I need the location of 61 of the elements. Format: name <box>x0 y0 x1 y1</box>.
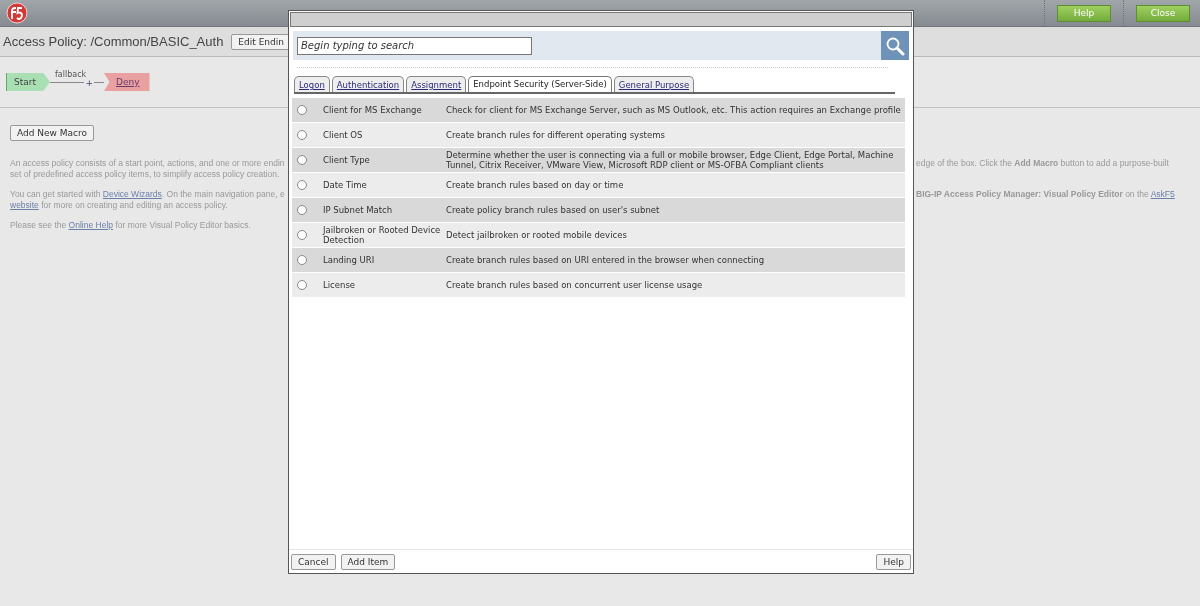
branch-label: fallback <box>54 69 88 79</box>
radio-button[interactable] <box>297 254 307 265</box>
item-name: Landing URI <box>323 254 376 265</box>
body-text: edge of the box. Click the Add Macro button to add a purpose-built <box>916 158 1170 169</box>
edit-endings-button[interactable]: Edit Endin <box>231 33 291 50</box>
item-row[interactable]: Landing URI Create branch rules based on URI entered in the browser when connecting <box>292 248 905 273</box>
text-link[interactable]: Online Help <box>68 220 114 230</box>
text-link[interactable]: AskF5 <box>1150 189 1175 199</box>
add-new-macro-button[interactable]: Add New Macro <box>10 125 94 141</box>
item-row[interactable]: Jailbroken or Rooted Device Detection Detect jailbroken or rooted mobile devices <box>292 223 905 248</box>
category-tab[interactable]: Assignment <box>406 76 467 92</box>
category-tab[interactable]: General Purpose <box>613 76 695 92</box>
search-button[interactable] <box>881 31 909 60</box>
item-description: Create branch rules based on URI entered in the browser when connecting <box>446 254 766 265</box>
add-item-link[interactable]: + <box>84 78 94 87</box>
body-text: BIG-IP Access Policy Manager: Visual Policy Editor on the AskF5 <box>916 189 1176 200</box>
category-tab[interactable]: Endpoint Security (Server-Side) <box>468 76 612 92</box>
search-icon <box>885 35 905 56</box>
radio-button[interactable] <box>297 204 307 215</box>
logo-icon <box>6 2 28 24</box>
item-description: Create branch rules for different operating systems <box>446 129 666 140</box>
item-description: Determine whether the user is connecting via a full or mobile browser, Edge Client, Edge Portal, Machine Tunnel, Citrix Receiver, VMware View, Microsoft RDP client or MS-OFBA Compliant clients <box>446 149 895 170</box>
item-description: Create branch rules based on day or time <box>446 179 625 190</box>
item-row[interactable]: License Create branch rules based on concurrent user license usage <box>292 273 905 298</box>
item-row[interactable] <box>292 148 905 173</box>
item-row[interactable]: Client for MS Exchange Check for client for MS Exchange Server, such as MS Outlook, etc. This action requires an Exchange profile <box>292 98 905 123</box>
radio-button[interactable] <box>297 129 307 140</box>
item-name: Client Type <box>323 154 371 165</box>
body-text: An access policy consists of a start point, actions, and one or more endin <box>10 158 286 169</box>
item-description: Detect jailbroken or rooted mobile devices <box>446 229 628 240</box>
radio-button[interactable] <box>297 179 307 190</box>
item-name: License <box>323 279 357 290</box>
item-name: IP Subnet Match <box>323 204 394 215</box>
item-row[interactable]: Client OS Create branch rules for different operating systems <box>292 123 905 148</box>
item-description: Create branch rules based on concurrent user license usage <box>446 279 704 290</box>
item-row[interactable]: IP Subnet Match Create policy branch rules based on user's subnet <box>292 198 905 223</box>
category-tab[interactable]: Authentication <box>331 76 405 92</box>
item-row[interactable]: Date Time Create branch rules based on day or time <box>292 173 905 198</box>
item-name: Client for MS Exchange <box>323 104 423 115</box>
item-name: Jailbroken or Rooted Device Detection <box>323 224 442 245</box>
dialog-button[interactable]: Cancel <box>291 554 336 570</box>
item-description: Check for client for MS Exchange Server, such as MS Outlook, etc. This action requires an Exchange profile <box>446 104 902 115</box>
text-link[interactable]: Device Wizards <box>102 189 162 199</box>
category-tab[interactable]: Logon <box>294 76 330 92</box>
dialog-button[interactable]: Help <box>876 554 911 570</box>
item-name: Date Time <box>323 179 368 190</box>
search-field[interactable]: Begin typing to search <box>297 36 532 55</box>
policy-title: Access Policy: /Common/BASIC_Auth <box>3 34 224 49</box>
radio-button[interactable] <box>297 279 307 290</box>
body-text: set of predefined access policy items, to simplify access policy creation. <box>10 169 281 180</box>
body-text: You can get started with Device Wizards. On the main navigation pane, e <box>10 189 286 200</box>
body-text: website for more on creating and editing an access policy. <box>10 200 229 211</box>
body-text: Please see the Online Help for more Visual Policy Editor basics. <box>10 220 252 231</box>
start-node[interactable]: Start <box>6 73 50 91</box>
item-description: Create policy branch rules based on user's subnet <box>446 204 661 215</box>
radio-button[interactable] <box>297 229 307 240</box>
radio-button[interactable] <box>297 104 307 115</box>
deny-node[interactable]: Deny <box>104 73 150 91</box>
radio-button[interactable] <box>297 154 307 165</box>
dialog-button[interactable]: Add Item <box>340 554 396 570</box>
item-name: Client OS <box>323 129 364 140</box>
